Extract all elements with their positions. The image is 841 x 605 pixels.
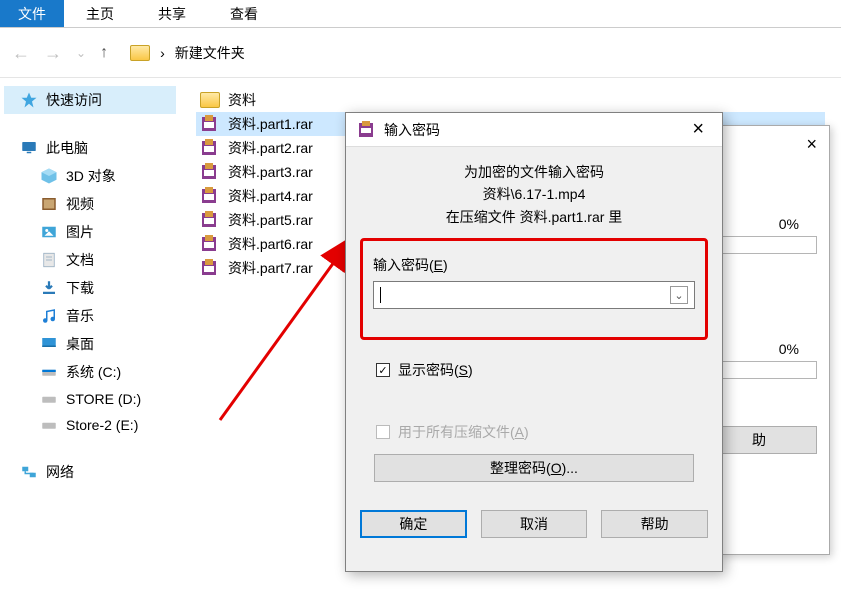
breadcrumb-sep: › [160,45,165,61]
extract-progress-dialog: × 0% 0% 助 [720,125,830,555]
sidebar-label: 系统 (C:) [66,362,121,382]
sidebar-label: STORE (D:) [66,391,141,407]
sidebar-label: Store-2 (E:) [66,417,138,433]
sidebar-label: 音乐 [66,306,94,326]
folder-icon [200,92,220,108]
nav-back-button[interactable]: ← [12,44,30,62]
monitor-icon [20,139,38,157]
ribbon-tab-home[interactable]: 主页 [64,0,136,27]
sidebar-label: 视频 [66,194,94,214]
rar-icon [200,235,220,253]
music-icon [40,307,58,325]
file-name: 资料.part3.rar [228,162,313,182]
address-bar[interactable]: › 新建文件夹 [122,43,829,63]
dialog-title: 输入密码 [384,120,676,140]
checkbox-checked-icon: ✓ [376,363,390,377]
password-input[interactable]: ⌄ [373,281,695,309]
rar-icon [200,259,220,277]
sidebar-item-downloads[interactable]: 下载 [4,274,176,302]
highlight-zone: 输入密码(E) ⌄ [360,238,708,340]
nav-forward-button[interactable]: → [44,44,62,62]
progress-pct-2: 0% [779,341,799,357]
ok-button[interactable]: 确定 [360,510,467,538]
rar-icon [356,121,376,139]
dialog-message: 为加密的文件输入密码 资料\6.17-1.mp4 在压缩文件 资料.part1.… [360,161,708,228]
sidebar-item-documents[interactable]: 文档 [4,246,176,274]
sidebar-item-drive-e[interactable]: Store-2 (E:) [4,412,176,438]
checkbox-icon [376,425,390,439]
ribbon-tab-view[interactable]: 查看 [208,0,280,27]
sidebar-quick-access[interactable]: 快速访问 [4,86,176,114]
breadcrumb-folder[interactable]: 新建文件夹 [175,43,245,63]
ribbon-file-tab[interactable]: 文件 [0,0,64,27]
close-button[interactable]: × [806,134,817,155]
sidebar-item-videos[interactable]: 视频 [4,190,176,218]
sidebar-network[interactable]: 网络 [4,458,176,486]
sidebar-item-pictures[interactable]: 图片 [4,218,176,246]
sidebar-label: 网络 [46,462,74,482]
network-icon [20,463,38,481]
dialog-titlebar[interactable]: 输入密码 × [346,113,722,147]
file-name: 资料.part4.rar [228,186,313,206]
desktop-icon [40,335,58,353]
rar-icon [200,187,220,205]
all-archives-checkbox: 用于所有压缩文件(A) [376,422,692,442]
password-dialog: 输入密码 × 为加密的文件输入密码 资料\6.17-1.mp4 在压缩文件 资料… [345,112,723,572]
cube-icon [40,167,58,185]
sidebar-label: 桌面 [66,334,94,354]
sidebar-label: 3D 对象 [66,166,116,186]
nav-up-button[interactable]: ↑ [100,44,108,62]
file-name: 资料.part1.rar [228,114,313,134]
sidebar-label: 图片 [66,222,94,242]
sidebar-label: 此电脑 [46,138,88,158]
drive-icon [40,363,58,381]
cancel-button[interactable]: 取消 [481,510,588,538]
picture-icon [40,223,58,241]
help-button[interactable]: 帮助 [601,510,708,538]
file-name: 资料.part5.rar [228,210,313,230]
file-name: 资料.part6.rar [228,234,313,254]
file-folder[interactable]: 资料 [196,88,825,112]
rar-icon [200,139,220,157]
rar-icon [200,163,220,181]
ribbon-tab-share[interactable]: 共享 [136,0,208,27]
sidebar-item-drive-c[interactable]: 系统 (C:) [4,358,176,386]
nav-recent-dropdown[interactable]: ⌄ [76,47,86,59]
download-icon [40,279,58,297]
ribbon: 文件 主页 共享 查看 [0,0,841,28]
sidebar-label: 快速访问 [46,90,102,110]
document-icon [40,251,58,269]
sidebar-item-drive-d[interactable]: STORE (D:) [4,386,176,412]
toolbar: ← → ⌄ ↑ › 新建文件夹 [0,28,841,78]
film-icon [40,195,58,213]
dialog-close-button[interactable]: × [684,118,712,141]
sidebar-this-pc[interactable]: 此电脑 [4,134,176,162]
file-name: 资料.part2.rar [228,138,313,158]
show-password-checkbox[interactable]: ✓ 显示密码(S) [376,360,692,380]
progress-pct-1: 0% [779,216,799,232]
drive-icon [40,390,58,408]
folder-icon [130,45,150,61]
sidebar-label: 下载 [66,278,94,298]
rar-icon [200,211,220,229]
drive-icon [40,416,58,434]
file-name: 资料.part7.rar [228,258,313,278]
sidebar: 快速访问 此电脑 3D 对象 视频 图片 文档 [0,78,180,605]
sidebar-item-music[interactable]: 音乐 [4,302,176,330]
password-label: 输入密码(E) [373,255,695,275]
text-cursor [380,287,381,303]
sidebar-item-3d[interactable]: 3D 对象 [4,162,176,190]
chevron-down-icon[interactable]: ⌄ [670,286,688,304]
rar-icon [200,115,220,133]
sidebar-item-desktop[interactable]: 桌面 [4,330,176,358]
star-icon [20,91,38,109]
file-name: 资料 [228,90,256,110]
organize-passwords-button[interactable]: 整理密码(O)... [374,454,694,482]
sidebar-label: 文档 [66,250,94,270]
